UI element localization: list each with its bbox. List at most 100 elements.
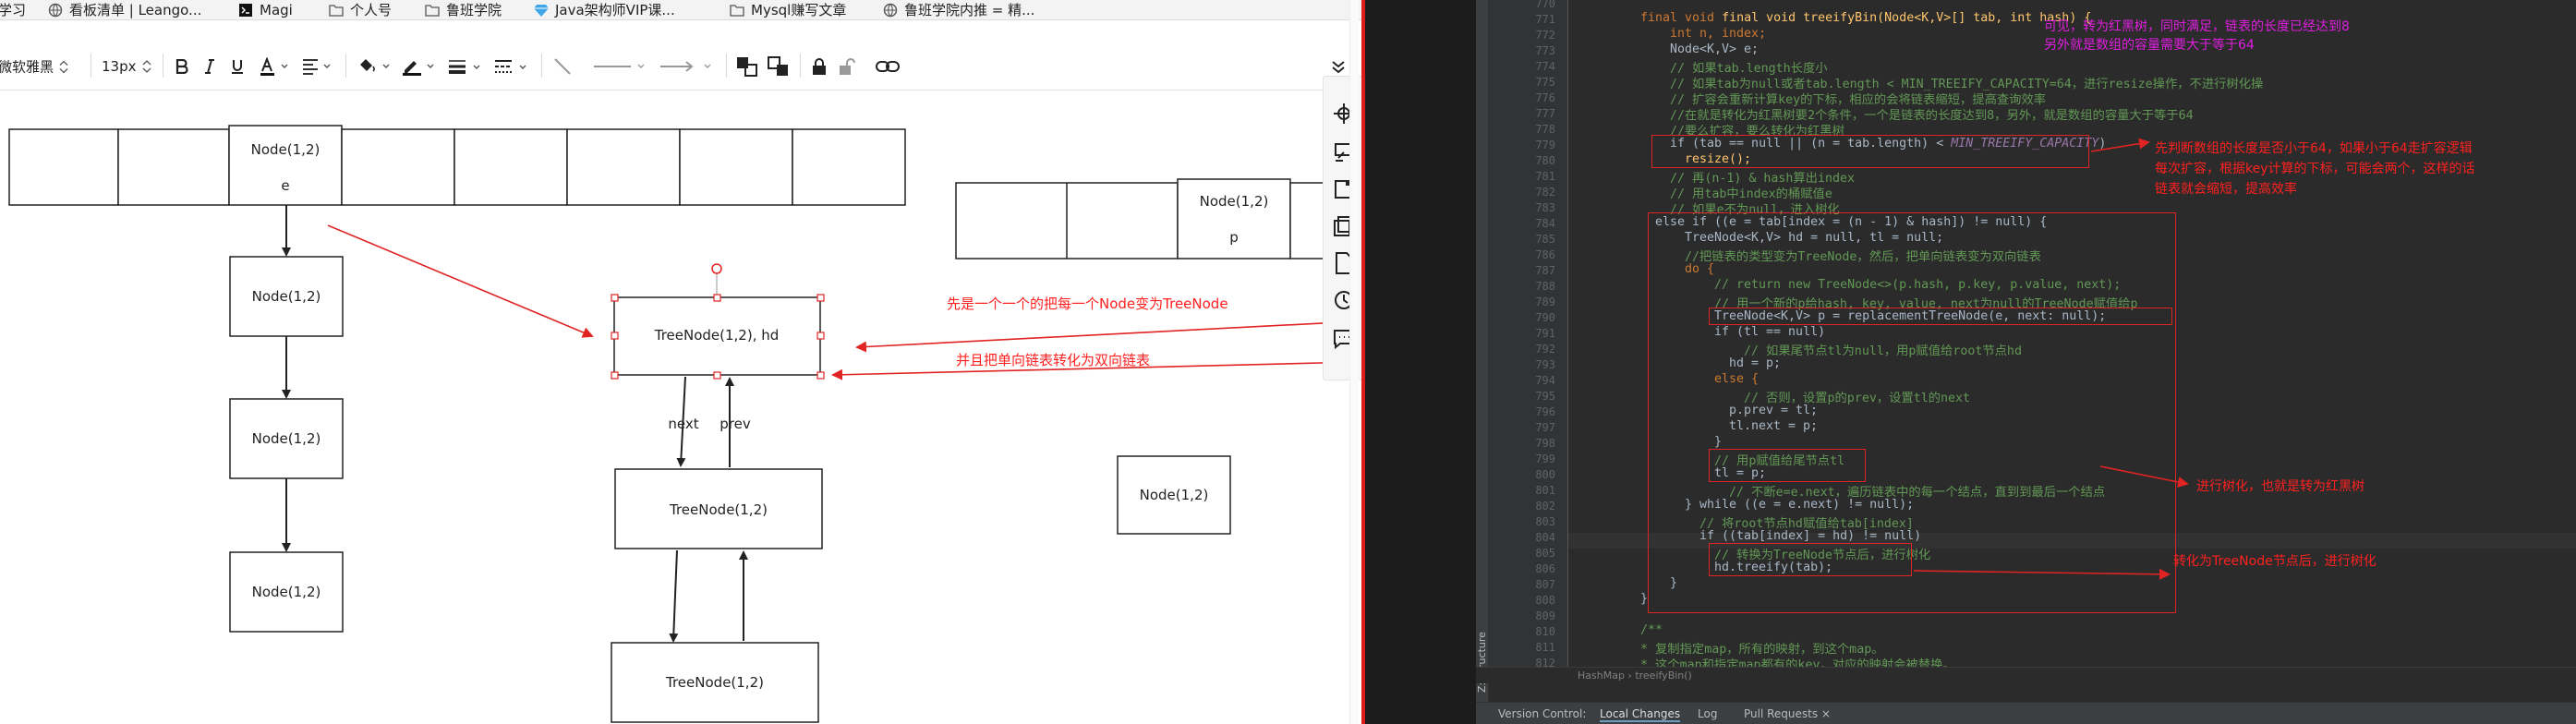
font-color-icon bbox=[260, 57, 288, 76]
vertical-scrollbar[interactable] bbox=[1349, 0, 1359, 724]
font-size-stepper[interactable]: 13px bbox=[102, 58, 157, 75]
unlock-icon bbox=[840, 58, 855, 75]
globe-icon bbox=[48, 3, 63, 18]
folder-icon bbox=[425, 5, 440, 17]
diagram-editor: 学习 看板清单 | Leango... Magi 个人号 鲁班学院 Java架构… bbox=[0, 0, 1365, 724]
line-width-button[interactable] bbox=[447, 54, 484, 78]
ide-window: Z: Structure 770 771 772 773 774 775 776 777 778… bbox=[1476, 0, 2576, 724]
bookmark-label: 个人号 bbox=[350, 2, 393, 18]
bookmark-label: 学习 bbox=[0, 2, 27, 18]
bookmark-label: Java架构师VIP课... bbox=[555, 2, 675, 18]
paint-bucket-icon bbox=[360, 59, 390, 72]
stepper-icon bbox=[59, 60, 68, 73]
align-button[interactable] bbox=[301, 54, 334, 78]
underline-icon bbox=[232, 60, 243, 74]
font-color-button[interactable] bbox=[259, 54, 292, 78]
gem-icon bbox=[534, 5, 549, 17]
bring-front-button[interactable] bbox=[735, 54, 759, 78]
bookmark-study[interactable]: 学习 bbox=[0, 0, 27, 19]
hash-array-top[interactable] bbox=[8, 125, 906, 206]
font-family-select[interactable]: 微软雅黑 bbox=[0, 57, 78, 77]
red-pointer-arrow bbox=[327, 224, 594, 338]
arrow-style-button[interactable] bbox=[658, 54, 719, 78]
connector-button[interactable] bbox=[552, 54, 586, 78]
second-node-sublabel: p bbox=[1229, 229, 1239, 246]
linked-list-chain[interactable] bbox=[229, 205, 344, 633]
magi-icon bbox=[239, 4, 252, 17]
tool-window-bar: Version Control: Local Changes Log Pull … bbox=[1476, 702, 2576, 724]
lock-button[interactable] bbox=[809, 54, 829, 78]
red-pointer-arrow bbox=[855, 321, 1330, 353]
bookmark-label: Magi bbox=[260, 2, 293, 18]
font-family-value: 微软雅黑 bbox=[0, 58, 54, 76]
bookmark-label: Mysql赚写文章 bbox=[751, 2, 847, 18]
tree-head-label: TreeNode(1,2), hd bbox=[654, 327, 780, 344]
bold-button[interactable] bbox=[172, 54, 192, 78]
lock-icon bbox=[813, 58, 826, 75]
format-toolbar: 微软雅黑 13px bbox=[0, 22, 1345, 90]
dash-style-icon bbox=[495, 60, 526, 73]
arrow-end-icon bbox=[660, 61, 711, 72]
link-button[interactable] bbox=[876, 54, 900, 78]
diagram-canvas[interactable]: Node(1,2) e Node(1,2) Node(1,2) Node(1,2… bbox=[0, 90, 1330, 724]
bookmark-label: 鲁班学院 bbox=[446, 2, 502, 18]
top-node-sublabel: e bbox=[281, 177, 289, 194]
second-node-label: Node(1,2) bbox=[1200, 193, 1269, 210]
link-icon bbox=[876, 61, 900, 72]
folder-icon bbox=[329, 5, 344, 17]
top-node-label: Node(1,2) bbox=[251, 141, 320, 158]
unlock-button[interactable] bbox=[837, 54, 857, 78]
font-size-value: 13px bbox=[102, 58, 137, 75]
fill-color-button[interactable] bbox=[357, 54, 393, 78]
chain-node-label: Node(1,2) bbox=[252, 430, 321, 447]
globe-icon bbox=[883, 3, 898, 18]
folder-icon bbox=[730, 5, 744, 17]
bookmark-personal[interactable]: 个人号 bbox=[329, 0, 393, 19]
tab-local-changes[interactable]: Local Changes bbox=[1600, 707, 1681, 722]
tab-pull-requests[interactable]: Pull Requests × bbox=[1744, 707, 1831, 720]
standalone-node-label: Node(1,2) bbox=[1140, 487, 1209, 503]
diagonal-line-icon bbox=[554, 58, 571, 75]
pen-icon bbox=[403, 61, 434, 76]
annotation-doubly-linked: 并且把单向链表转化为双向链表 bbox=[956, 352, 1150, 368]
hash-array-second[interactable] bbox=[955, 178, 1330, 259]
line-color-button[interactable] bbox=[401, 54, 438, 78]
send-back-icon bbox=[768, 56, 788, 76]
send-back-button[interactable] bbox=[767, 54, 791, 78]
bookmarks-bar: 学习 看板清单 | Leango... Magi 个人号 鲁班学院 Java架构… bbox=[0, 0, 1365, 20]
stepper-icon bbox=[142, 60, 151, 73]
bookmark-luban[interactable]: 鲁班学院 bbox=[425, 0, 502, 19]
bookmark-magi[interactable]: Magi bbox=[238, 0, 293, 19]
bold-icon bbox=[175, 59, 188, 74]
underline-button[interactable] bbox=[227, 54, 248, 78]
align-left-icon bbox=[303, 59, 331, 75]
chain-node-label: Node(1,2) bbox=[252, 288, 321, 305]
italic-icon bbox=[205, 59, 214, 74]
line-pattern-button[interactable] bbox=[591, 54, 652, 78]
line-width-icon bbox=[449, 60, 480, 74]
version-control-label: Version Control: bbox=[1498, 707, 1587, 720]
ide-arrows bbox=[1913, 138, 2189, 580]
next-label: next bbox=[668, 416, 698, 432]
prev-label: prev bbox=[720, 416, 751, 432]
dark-gap bbox=[1365, 0, 1476, 724]
next-arrow bbox=[669, 549, 679, 643]
annotation-node-to-treenode: 先是一个一个的把每一个Node变为TreeNode bbox=[947, 296, 1228, 312]
bookmark-kanban[interactable]: 看板清单 | Leango... bbox=[48, 0, 202, 19]
bring-front-icon bbox=[737, 57, 757, 77]
tree-head-node[interactable] bbox=[611, 263, 825, 380]
bookmark-mysql[interactable]: Mysql赚写文章 bbox=[730, 0, 847, 19]
chevron-double-down-icon bbox=[1332, 61, 1345, 74]
tree-node-label: TreeNode(1,2) bbox=[669, 501, 768, 518]
line-style-button[interactable] bbox=[493, 54, 530, 78]
line-pattern-icon bbox=[594, 64, 645, 68]
italic-button[interactable] bbox=[200, 54, 220, 78]
bookmark-luban-referral[interactable]: 鲁班学院内推 = 精... bbox=[883, 0, 1034, 19]
bookmark-java-vip[interactable]: Java架构师VIP课... bbox=[534, 0, 675, 19]
chain-node-label: Node(1,2) bbox=[252, 584, 321, 600]
tree-node-label: TreeNode(1,2) bbox=[665, 674, 764, 691]
bookmark-label: 看板清单 | Leango... bbox=[69, 2, 202, 18]
diagram-svg: Node(1,2) e Node(1,2) Node(1,2) Node(1,2… bbox=[8, 125, 1330, 723]
tab-log[interactable]: Log bbox=[1698, 707, 1717, 720]
breadcrumb[interactable]: HashMap › treeifyBin() bbox=[1476, 667, 2576, 683]
